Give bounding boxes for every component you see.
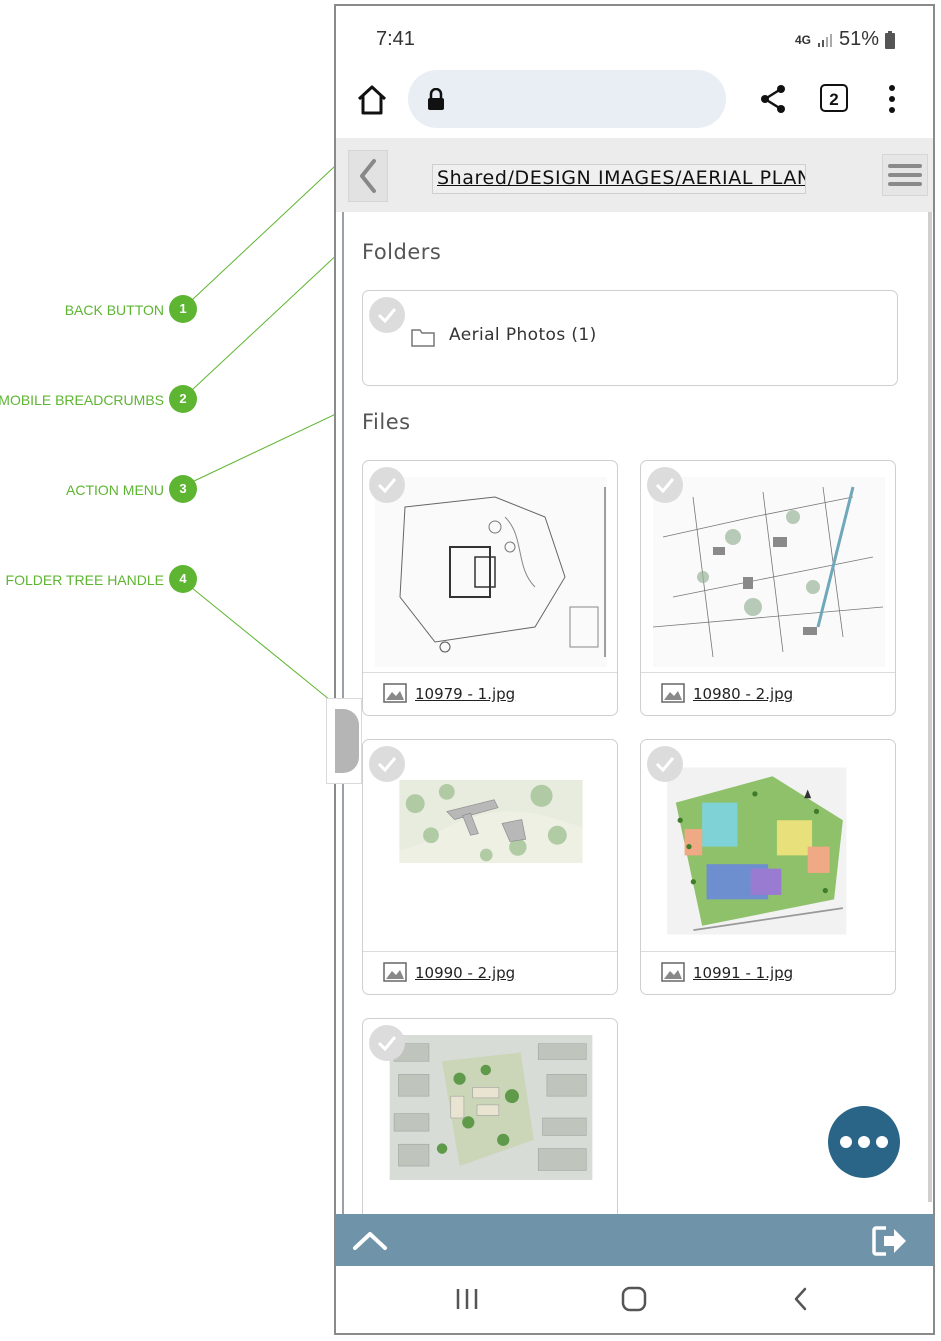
tabs-button[interactable]: 2 [820, 84, 848, 112]
logout-icon[interactable] [870, 1224, 910, 1258]
file-card[interactable] [362, 1018, 618, 1214]
file-name[interactable]: 10980 - 2.jpg [693, 685, 793, 703]
handle-pill [335, 709, 359, 773]
folder-label: Aerial Photos (1) [449, 325, 597, 345]
chevron-up-icon[interactable] [350, 1224, 390, 1256]
annotation-label-folder-tree: FOLDER TREE HANDLE [5, 572, 164, 588]
files-heading: Files [362, 410, 411, 434]
bottom-toolbar [336, 1214, 933, 1266]
battery-icon [885, 30, 895, 49]
select-check[interactable] [647, 467, 683, 503]
image-icon [661, 962, 685, 982]
select-check[interactable] [369, 1025, 405, 1061]
back-nav-icon[interactable] [790, 1286, 812, 1312]
share-icon[interactable] [756, 82, 790, 116]
select-check[interactable] [369, 467, 405, 503]
check-icon [377, 478, 397, 493]
more-vert-icon[interactable] [884, 82, 900, 116]
file-name[interactable]: 10990 - 2.jpg [415, 964, 515, 982]
action-menu-button[interactable] [882, 154, 928, 196]
file-thumbnail [399, 780, 583, 863]
check-icon [655, 478, 675, 493]
android-nav-bar [336, 1266, 933, 1333]
select-check[interactable] [369, 297, 405, 333]
file-bar: 10990 - 2.jpg [363, 951, 617, 994]
lock-icon [428, 88, 444, 110]
check-icon [655, 757, 675, 772]
annotation-label-back: BACK BUTTON [64, 302, 164, 318]
status-bar-right: 4G 51% [795, 28, 895, 51]
folder-icon [411, 329, 435, 347]
file-thumbnail [375, 477, 607, 667]
file-card[interactable]: 10991 - 1.jpg [640, 739, 896, 995]
app-header: Shared/DESIGN IMAGES/AERIAL PLANS [336, 138, 933, 212]
file-thumbnail [667, 767, 847, 935]
chevron-left-icon [360, 159, 376, 193]
file-thumbnail [389, 1035, 593, 1181]
recent-apps-icon[interactable] [454, 1286, 480, 1312]
home-icon[interactable] [354, 82, 390, 118]
network-indicator: 4G [794, 32, 811, 47]
url-bar[interactable] [408, 70, 726, 128]
image-icon [383, 962, 407, 982]
file-card[interactable]: 10979 - 1.jpg [362, 460, 618, 716]
file-name[interactable]: 10991 - 1.jpg [693, 964, 793, 982]
mobile-breadcrumbs[interactable]: Shared/DESIGN IMAGES/AERIAL PLANS [432, 164, 806, 194]
annotation-badge-3: 3 [169, 475, 197, 503]
dot-icon [876, 1136, 888, 1148]
image-icon [383, 683, 407, 703]
floating-action-button[interactable] [828, 1106, 900, 1178]
check-icon [377, 757, 397, 772]
signal-icon [817, 33, 832, 47]
file-bar: 10979 - 1.jpg [363, 672, 617, 715]
annotation-badge-4: 4 [169, 565, 197, 593]
hamburger-icon [888, 164, 922, 186]
file-thumbnail [653, 477, 885, 667]
content-area: Folders Aerial Photos (1) Files 10979 - … [336, 212, 933, 1214]
dot-icon [840, 1136, 852, 1148]
annotation-badge-1: 1 [169, 295, 197, 323]
select-check[interactable] [369, 746, 405, 782]
dot-icon [858, 1136, 870, 1148]
browser-toolbar: 2 [336, 68, 933, 138]
annotation-label-breadcrumbs: MOBILE BREADCRUMBS [0, 392, 164, 408]
select-check[interactable] [647, 746, 683, 782]
back-button[interactable] [348, 150, 388, 202]
folder-tree-handle[interactable] [326, 698, 362, 784]
file-card[interactable]: 10990 - 2.jpg [362, 739, 618, 995]
scrollbar[interactable] [928, 212, 932, 1202]
file-name[interactable]: 10979 - 1.jpg [415, 685, 515, 703]
folders-heading: Folders [362, 240, 442, 264]
annotation-label-action-menu: ACTION MENU [66, 482, 164, 498]
check-icon [377, 308, 397, 323]
folder-card[interactable]: Aerial Photos (1) [362, 290, 898, 386]
file-bar: 10991 - 1.jpg [641, 951, 895, 994]
file-bar: 10980 - 2.jpg [641, 672, 895, 715]
home-nav-icon[interactable] [621, 1286, 647, 1312]
check-icon [377, 1036, 397, 1051]
phone-frame: 7:41 4G 51% 2 Shared/DESIGN IMAGES/AERIA… [334, 4, 935, 1335]
image-icon [661, 683, 685, 703]
status-time: 7:41 [376, 28, 415, 50]
file-card[interactable]: 10980 - 2.jpg [640, 460, 896, 716]
annotation-badge-2: 2 [169, 385, 197, 413]
battery-percent: 51% [838, 28, 879, 50]
